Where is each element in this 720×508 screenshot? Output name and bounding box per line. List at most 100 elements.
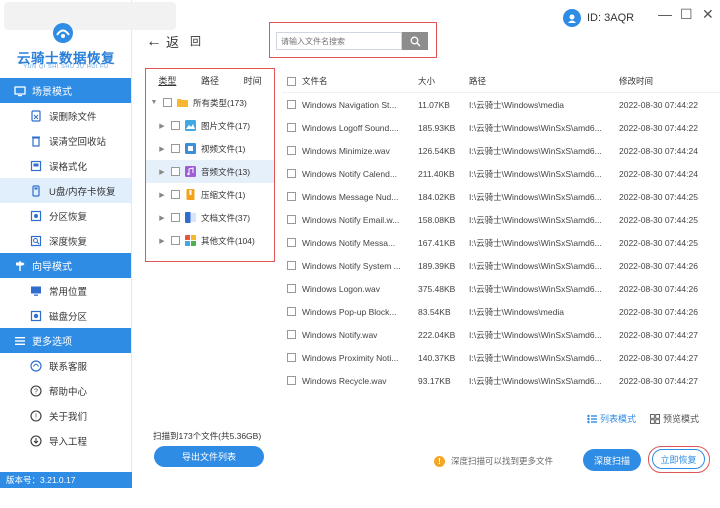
preview-mode-toggle[interactable]: 预览模式: [650, 412, 699, 425]
tab-type[interactable]: 类型: [146, 74, 189, 87]
tab-path[interactable]: 路径: [189, 74, 232, 87]
tree-label: 所有类型(173): [193, 97, 247, 108]
search-icon: [410, 36, 420, 46]
close-button[interactable]: ✕: [702, 6, 714, 23]
row-checkbox[interactable]: [286, 376, 296, 385]
checkbox[interactable]: [171, 190, 180, 199]
header-name[interactable]: 文件名: [300, 75, 416, 87]
nav-item-format[interactable]: 误格式化: [0, 153, 131, 178]
list-mode-toggle[interactable]: 列表模式: [587, 412, 636, 425]
nav-item-label: 磁盘分区: [49, 311, 88, 323]
export-file-list-button[interactable]: 导出文件列表: [154, 446, 264, 467]
table-row[interactable]: Windows Navigation St... 11.07KB I:\云骑士\Wi…: [282, 93, 720, 116]
nav-item-recycle-bin[interactable]: 误清空回收站: [0, 128, 131, 153]
user-account[interactable]: ID: 3AQR: [563, 9, 634, 27]
tree-row-audio[interactable]: ▶ 音频文件(13): [146, 160, 274, 183]
header-size[interactable]: 大小: [416, 75, 469, 87]
file-name: Windows Notify.wav: [302, 329, 378, 340]
expand-right-icon[interactable]: ▶: [158, 168, 166, 176]
table-row[interactable]: Windows Notify Calend... 211.40KB I:\云骑士\W…: [282, 162, 720, 185]
section-wizard-mode[interactable]: 向导模式: [0, 253, 131, 278]
tree-row-all-types[interactable]: ▼ 所有类型(173): [146, 91, 274, 114]
back-button[interactable]: ← 返: [146, 32, 179, 51]
table-row[interactable]: Windows Recycle.wav 93.17KB I:\云骑士\Windows…: [282, 369, 720, 392]
row-checkbox[interactable]: [286, 284, 296, 293]
minimize-button[interactable]: —: [658, 6, 672, 22]
nav-item-about-us[interactable]: ! 关于我们: [0, 403, 131, 428]
section-scene-mode[interactable]: 场景模式: [0, 78, 131, 103]
table-row[interactable]: Windows Message Nud... 184.02KB I:\云骑士\Win…: [282, 185, 720, 208]
search-button[interactable]: [402, 32, 428, 50]
section-more-options[interactable]: 更多选项: [0, 328, 131, 353]
nav-item-disk-partition[interactable]: 磁盘分区: [0, 303, 131, 328]
maximize-button[interactable]: ☐: [680, 6, 693, 23]
search-input[interactable]: [276, 32, 402, 50]
logo-icon: [53, 23, 73, 43]
tree-row-archives[interactable]: ▶ 压缩文件(1): [146, 183, 274, 206]
nav-item-import-project[interactable]: 导入工程: [0, 428, 131, 453]
section-title: 场景模式: [32, 87, 72, 98]
table-row[interactable]: Windows Proximity Noti... 140.37KB I:\云骑士\…: [282, 346, 720, 369]
table-row[interactable]: Windows Logoff Sound.... 185.93KB I:\云骑士\W…: [282, 116, 720, 139]
checkbox[interactable]: [171, 213, 180, 222]
tab-time[interactable]: 时间: [231, 74, 274, 87]
table-row[interactable]: Windows Notify.wav 222.04KB I:\云骑士\Windows…: [282, 323, 720, 346]
row-checkbox[interactable]: [286, 123, 296, 132]
home-button[interactable]: 回: [190, 33, 201, 49]
file-path: I:\云骑士\Windows\WinSxS\amd6...: [469, 352, 602, 363]
header-time[interactable]: 修改时间: [619, 75, 719, 87]
row-checkbox[interactable]: [286, 307, 296, 316]
checkbox[interactable]: [171, 121, 180, 130]
nav-item-contact-support[interactable]: 联系客服: [0, 353, 131, 378]
expand-right-icon[interactable]: ▶: [158, 145, 166, 153]
checkbox[interactable]: [171, 144, 180, 153]
table-row[interactable]: Windows Notify Messa... 167.41KB I:\云骑士\Wi…: [282, 231, 720, 254]
row-checkbox[interactable]: [286, 146, 296, 155]
row-checkbox[interactable]: [286, 238, 296, 247]
row-checkbox[interactable]: [286, 192, 296, 201]
select-all-checkbox[interactable]: [286, 76, 296, 86]
nav-item-partition[interactable]: 分区恢复: [0, 203, 131, 228]
file-size: 189.39KB: [418, 260, 456, 271]
nav-item-common-location[interactable]: 常用位置: [0, 278, 131, 303]
table-row[interactable]: Windows Notify System ... 189.39KB I:\云骑士\…: [282, 254, 720, 277]
file-time: 2022-08-30 07:44:25: [619, 214, 698, 225]
hint-text: 深度扫描可以找到更多文件: [451, 456, 554, 466]
recover-now-button[interactable]: 立即恢复: [652, 449, 705, 469]
checkbox[interactable]: [171, 167, 180, 176]
file-path: I:\云骑士\Windows\WinSxS\amd6...: [469, 237, 602, 248]
tree-row-images[interactable]: ▶ 图片文件(17): [146, 114, 274, 137]
deep-scan-button[interactable]: 深度扫描: [583, 449, 641, 471]
row-checkbox[interactable]: [286, 353, 296, 362]
nav-item-usb-card[interactable]: U盘/内存卡恢复: [0, 178, 131, 203]
tree-row-documents[interactable]: ▶ 文档文件(37): [146, 206, 274, 229]
table-row[interactable]: Windows Logon.wav 375.48KB I:\云骑士\Windows\…: [282, 277, 720, 300]
expand-right-icon[interactable]: ▶: [158, 214, 166, 222]
row-checkbox[interactable]: [286, 169, 296, 178]
header-path[interactable]: 路径: [469, 75, 619, 87]
table-row[interactable]: Windows Minimize.wav 126.54KB I:\云骑士\Windo…: [282, 139, 720, 162]
deep-recover-icon: [30, 235, 42, 246]
row-checkbox[interactable]: [286, 215, 296, 224]
tree-row-videos[interactable]: ▶ 视频文件(1): [146, 137, 274, 160]
expand-down-icon[interactable]: ▼: [150, 99, 158, 106]
file-path: I:\云骑士\Windows\WinSxS\amd6...: [469, 214, 602, 225]
checkbox[interactable]: [163, 98, 172, 107]
nav-item-deep-recover[interactable]: 深度恢复: [0, 228, 131, 253]
recycle-bin-icon: [32, 136, 40, 147]
expand-right-icon[interactable]: ▶: [158, 237, 166, 245]
nav-item-label: U盘/内存卡恢复: [49, 186, 116, 198]
nav-item-deleted-files[interactable]: 误删除文件: [0, 103, 131, 128]
folder-icon: [177, 99, 188, 107]
expand-right-icon[interactable]: ▶: [158, 122, 166, 130]
tree-row-others[interactable]: ▶ 其他文件(104): [146, 229, 274, 252]
checkbox[interactable]: [171, 236, 180, 245]
table-row[interactable]: Windows Notify Email.w... 158.08KB I:\云骑士\…: [282, 208, 720, 231]
table-row[interactable]: Windows Pop-up Block... 83.54KB I:\云骑士\Win…: [282, 300, 720, 323]
file-path: I:\云骑士\Windows\WinSxS\amd6...: [469, 168, 602, 179]
expand-right-icon[interactable]: ▶: [158, 191, 166, 199]
row-checkbox[interactable]: [286, 261, 296, 270]
nav-item-help-center[interactable]: ? 帮助中心: [0, 378, 131, 403]
row-checkbox[interactable]: [286, 330, 296, 339]
row-checkbox[interactable]: [286, 100, 296, 109]
